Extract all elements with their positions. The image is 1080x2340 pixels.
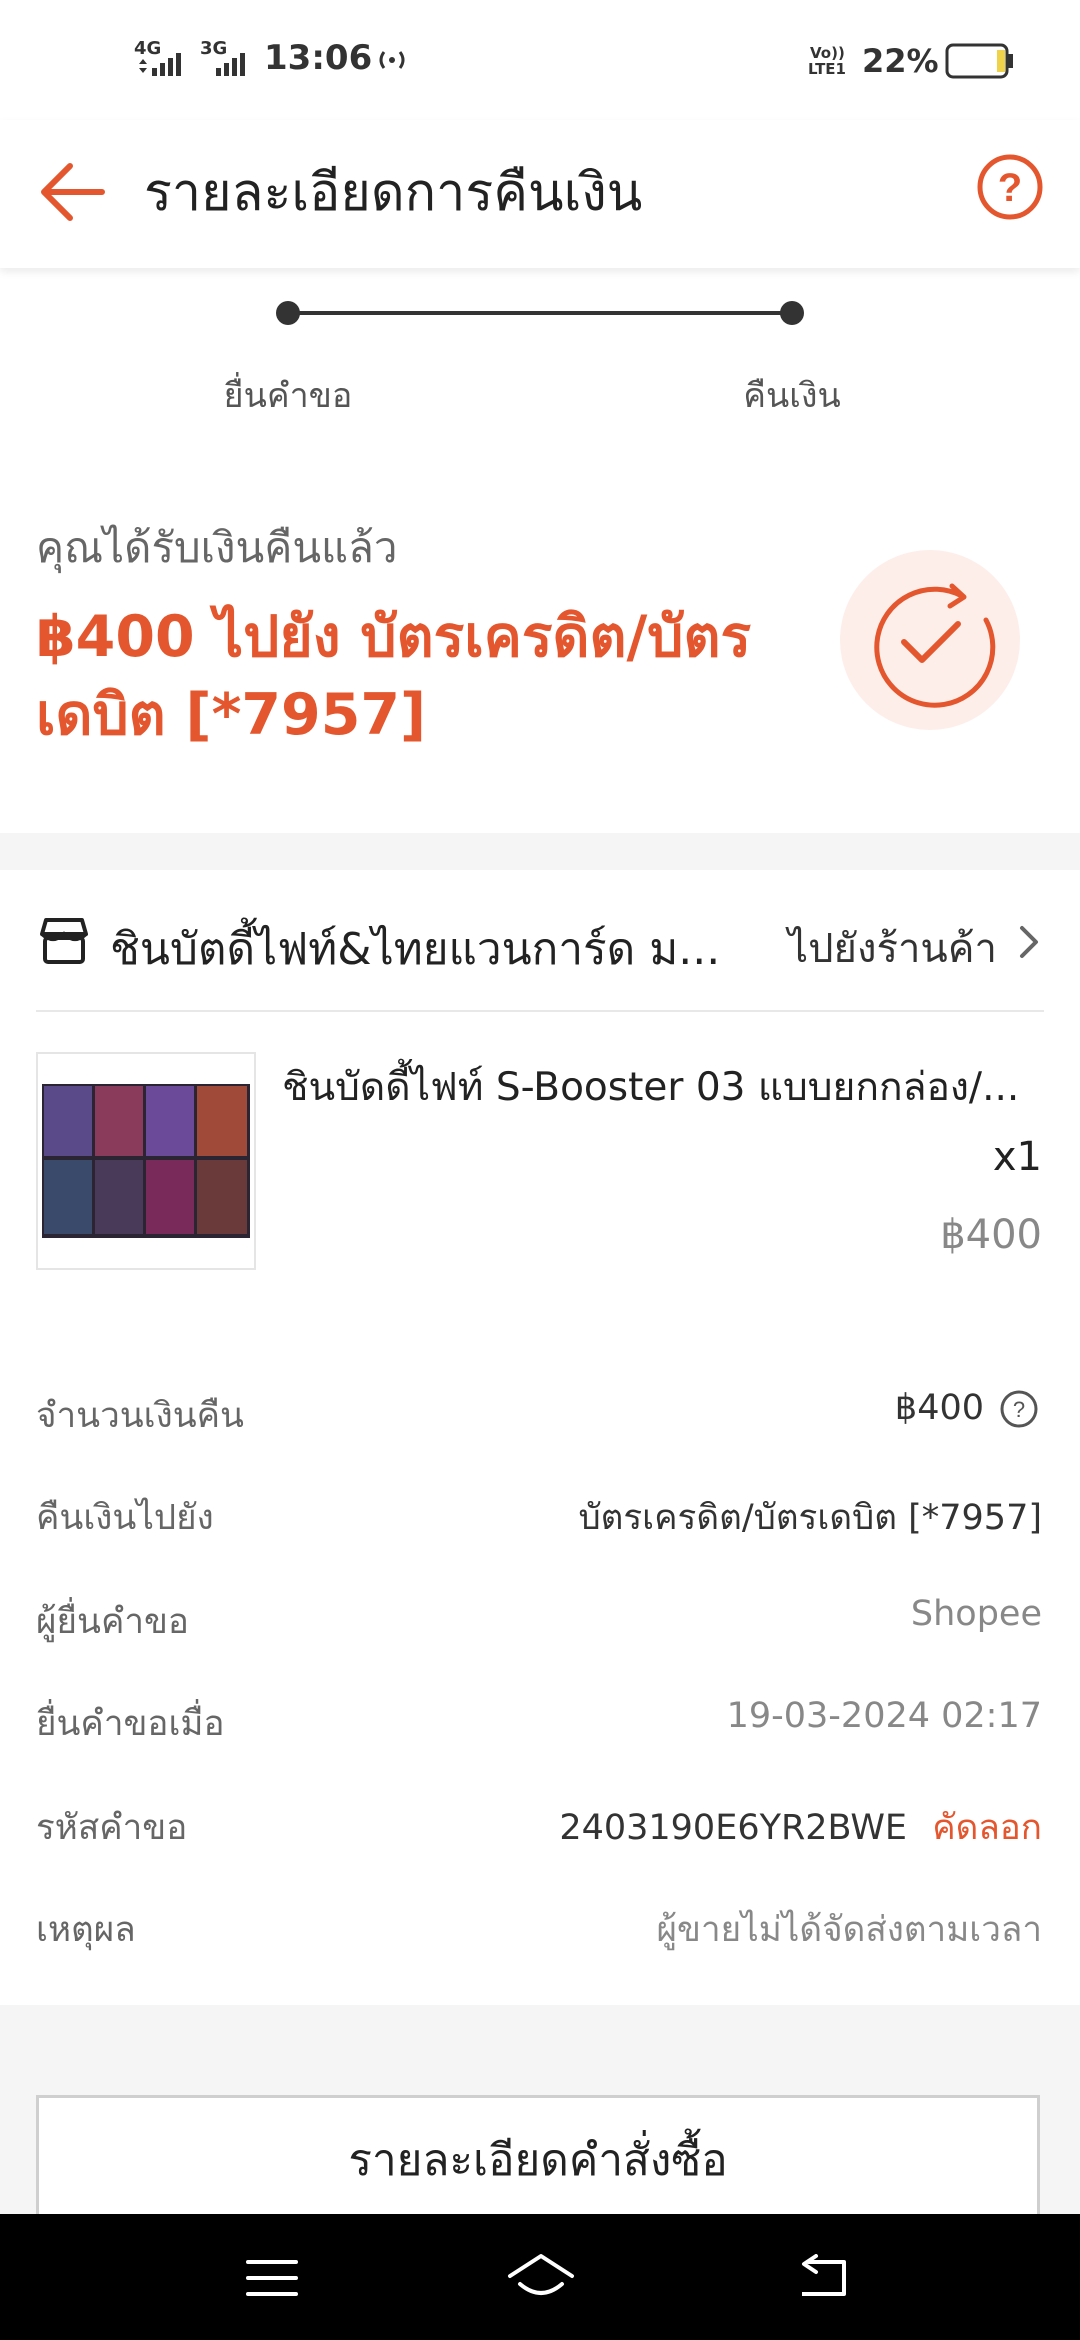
detail-label-reason: เหตุผล [36,1910,136,1950]
refund-line-1: ฿400 ไปยัง บัตรเครดิต/บัตร [36,604,752,670]
data-arrows-icon [139,59,147,73]
detail-value-request-id: 2403190E6YR2BWE คัดลอก [559,1800,1042,1855]
back-icon[interactable] [794,2254,854,2302]
hotspot-icon [379,51,405,69]
back-arrow-icon[interactable] [38,160,108,224]
order-details-button[interactable]: รายละเอียดคำสั่งซื้อ [36,2095,1040,2225]
product-image[interactable] [36,1052,256,1270]
detail-value-request-time: 19-03-2024 02:17 [726,1696,1042,1736]
progress-track [276,301,804,325]
detail-label-requester: ผู้ยื่นคำขอ [36,1602,189,1642]
detail-value-refund-to: บัตรเครดิต/บัตรเดบิต [*7957] [578,1498,1042,1538]
info-icon[interactable]: ? [998,1388,1040,1430]
svg-text:?: ? [1013,1397,1025,1422]
signal-icon [152,53,181,76]
lte-label: LTE1 [808,60,846,78]
home-icon[interactable] [504,2250,578,2304]
detail-value-refund-amount: ฿400 [894,1388,984,1428]
refund-amount-text: ฿400 ไปยัง บัตรเครดิต/บัตร เดบิต [*7957] [36,598,776,754]
page-title: รายละเอียดการคืนเงิน [144,163,643,223]
refund-detail-section: ชินบัตดี้ไฟท์&ไทยแวนการ์ด ม... ไปยังร้าน… [0,870,1080,2005]
detail-value-requester: Shopee [910,1594,1042,1634]
battery-icon [945,43,1013,79]
step-refund-label: คืนเงิน [743,376,841,416]
detail-label-request-time: ยื่นคำขอเมื่อ [36,1704,225,1744]
product-price: ฿400 [940,1212,1042,1258]
help-icon[interactable]: ? [975,152,1045,222]
battery-percent: 22% [862,42,939,80]
refund-line-2: เดบิต [*7957] [36,682,427,748]
clock: 13:06 [264,38,373,78]
chevron-right-icon [1020,926,1038,958]
copy-button[interactable]: คัดลอก [932,1808,1042,1848]
product-thumbnail [42,1084,250,1238]
divider [36,1010,1044,1012]
app-header: รายละเอียดการคืนเงิน ? [0,120,1080,268]
refund-status-text: คุณได้รับเงินคืนแล้ว [36,523,398,572]
step-submit-label: ยื่นคำขอ [223,376,353,416]
goto-shop-link[interactable]: ไปยังร้านค้า [788,916,997,980]
refund-summary-section: ยื่นคำขอ คืนเงิน คุณได้รับเงินคืนแล้ว ฿4… [0,268,1080,833]
shop-icon [40,918,88,964]
shop-row[interactable]: ชินบัตดี้ไฟท์&ไทยแวนการ์ด ม... ไปยังร้าน… [0,870,1080,1010]
product-qty: x1 [992,1134,1042,1180]
system-nav-bar [0,2214,1080,2340]
signal-2-icon [216,53,245,76]
detail-value-reason: ผู้ขายไม่ได้จัดส่งตามเวลา [656,1910,1042,1950]
detail-label-refund-to: คืนเงินไปยัง [36,1498,214,1538]
request-id-text: 2403190E6YR2BWE [559,1808,908,1848]
detail-label-request-id: รหัสคำขอ [36,1808,188,1848]
product-name[interactable]: ชินบัดดี้ไฟท์ S-Booster 03 แบบยกกล่อง/..… [282,1056,1019,1118]
refund-check-icon [840,550,1020,730]
shop-name: ชินบัตดี้ไฟท์&ไทยแวนการ์ด ม... [110,924,721,975]
menu-icon[interactable] [244,2256,300,2300]
status-bar: 4G 3G 13:06 Vo)) LTE1 22% [0,0,1080,120]
svg-text:?: ? [998,166,1022,210]
detail-label-refund-amount: จำนวนเงินคืน [36,1396,244,1436]
